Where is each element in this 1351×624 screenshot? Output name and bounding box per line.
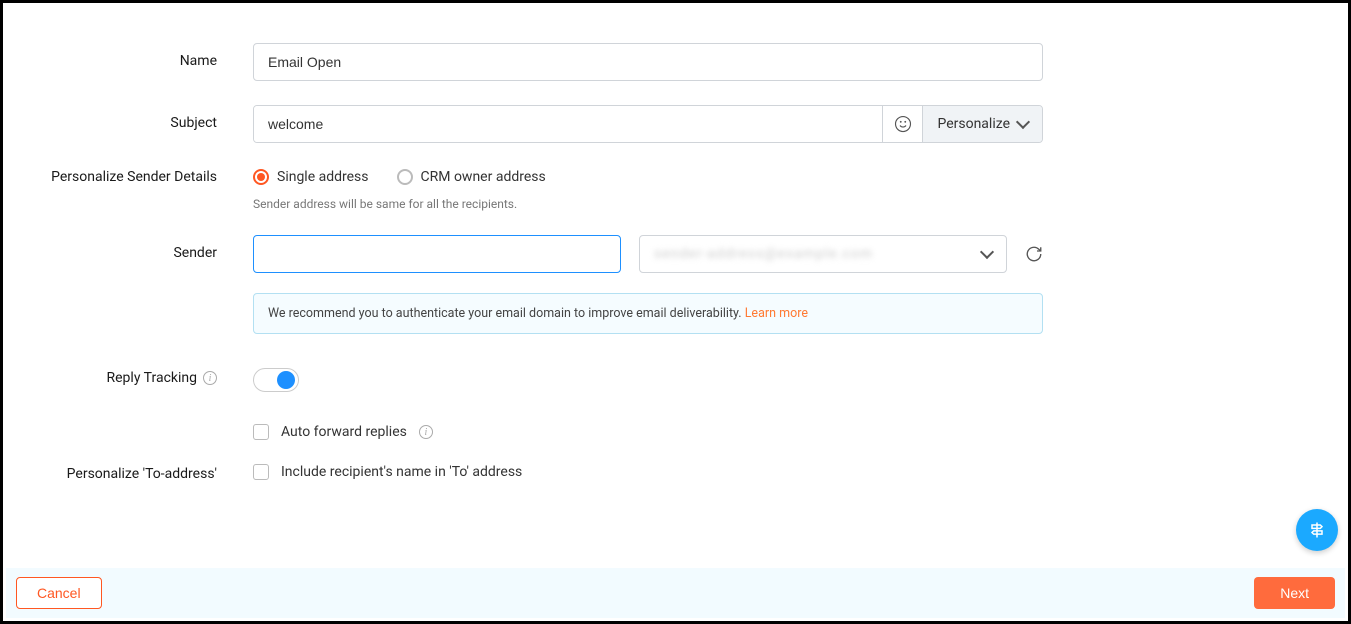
sender-helper-text: Sender address will be same for all the … <box>253 197 1043 211</box>
row-sender-details: Personalize Sender Details Single addres… <box>43 167 1308 211</box>
cancel-button[interactable]: Cancel <box>16 577 102 609</box>
emoji-button[interactable] <box>882 106 922 142</box>
row-personalize-to: Personalize 'To-address' Include recipie… <box>43 464 1308 482</box>
refresh-icon[interactable] <box>1025 245 1043 263</box>
field-sender: sender-address@example.com We recommend … <box>253 235 1043 334</box>
personalize-label: Personalize <box>937 116 1010 132</box>
footer: Cancel Next <box>6 568 1345 618</box>
label-empty-autoforward <box>43 424 253 434</box>
smile-icon <box>894 115 912 133</box>
field-name <box>253 43 1043 81</box>
signpost-icon <box>1307 520 1327 540</box>
sender-row: sender-address@example.com <box>253 235 1043 273</box>
sender-select-value: sender-address@example.com <box>654 246 873 262</box>
info-icon[interactable]: i <box>203 371 217 385</box>
auto-forward-label: Auto forward replies <box>281 424 407 440</box>
label-sender: Sender <box>43 235 253 261</box>
reply-tracking-toggle[interactable] <box>253 368 299 392</box>
include-recipient-row: Include recipient's name in 'To' address <box>253 464 1043 480</box>
chevron-down-icon <box>1016 115 1030 129</box>
include-recipient-checkbox[interactable] <box>253 464 269 480</box>
field-personalize-to: Include recipient's name in 'To' address <box>253 464 1043 480</box>
row-name: Name <box>43 43 1308 81</box>
radio-group-sender: Single address CRM owner address <box>253 167 1043 185</box>
include-recipient-label: Include recipient's name in 'To' address <box>281 464 522 480</box>
row-subject: Subject Personalize <box>43 105 1308 143</box>
radio-icon-unselected <box>397 169 413 185</box>
row-sender: Sender sender-address@example.com We rec… <box>43 235 1308 334</box>
info-icon[interactable]: i <box>419 425 433 439</box>
label-personalize-to: Personalize 'To-address' <box>43 464 253 482</box>
row-reply-tracking: Reply Tracking i <box>43 368 1308 392</box>
label-reply-tracking: Reply Tracking i <box>43 368 253 386</box>
row-auto-forward: Auto forward replies i <box>43 424 1308 440</box>
radio-single-address[interactable]: Single address <box>253 169 369 185</box>
field-subject: Personalize <box>253 105 1043 143</box>
label-reply-tracking-text: Reply Tracking <box>107 370 198 386</box>
help-fab[interactable] <box>1296 509 1338 551</box>
learn-more-link[interactable]: Learn more <box>745 306 808 321</box>
field-reply-tracking <box>253 368 1043 392</box>
chevron-down-icon <box>980 245 994 259</box>
label-personalize-sender: Personalize Sender Details <box>43 167 253 185</box>
label-name: Name <box>43 43 253 69</box>
label-subject: Subject <box>43 105 253 131</box>
sender-name-input[interactable] <box>253 235 621 273</box>
auth-notice-text: We recommend you to authenticate your em… <box>268 306 745 321</box>
radio-single-label: Single address <box>277 169 369 185</box>
radio-crm-owner[interactable]: CRM owner address <box>397 169 546 185</box>
sender-email-select[interactable]: sender-address@example.com <box>639 235 1007 273</box>
field-sender-details: Single address CRM owner address Sender … <box>253 167 1043 211</box>
radio-crm-label: CRM owner address <box>421 169 546 185</box>
field-auto-forward: Auto forward replies i <box>253 424 1043 440</box>
personalize-button[interactable]: Personalize <box>922 106 1042 142</box>
next-button[interactable]: Next <box>1254 577 1335 609</box>
auto-forward-row: Auto forward replies i <box>253 424 1043 440</box>
subject-wrapper: Personalize <box>253 105 1043 143</box>
form-container: Name Subject Personalize <box>3 3 1348 571</box>
name-input[interactable] <box>253 43 1043 81</box>
radio-icon-selected <box>253 169 269 185</box>
subject-input[interactable] <box>254 106 882 142</box>
auth-notice-banner: We recommend you to authenticate your em… <box>253 293 1043 334</box>
auto-forward-checkbox[interactable] <box>253 424 269 440</box>
